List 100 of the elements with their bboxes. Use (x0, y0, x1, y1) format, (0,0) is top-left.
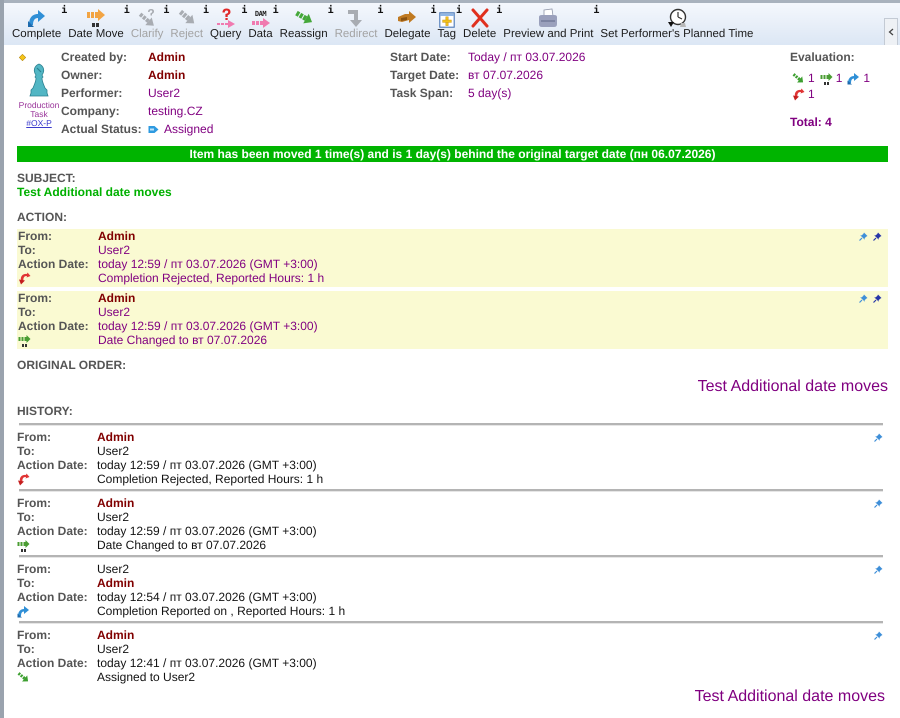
field-value: Assigned (164, 122, 214, 136)
info-marker: i (124, 6, 130, 16)
striped-arrow-icon (86, 8, 106, 28)
status-banner: Item has been moved 1 time(s) and is 1 day(s) behind the original target date (пн 06.07.2026) (17, 146, 888, 162)
striped-arrow-icon (18, 334, 31, 346)
field-label: Owner: (61, 68, 104, 82)
toolbar-button[interactable]: i Preview and Print (503, 5, 600, 41)
striped-arrow-icon (17, 538, 30, 552)
curved-arrow-icon (792, 88, 805, 100)
evaluation-title: Evaluation: (790, 49, 856, 66)
field-label: Task Span: (390, 86, 454, 100)
field-label: Action Date: (17, 590, 89, 604)
evaluation-count: 1 (808, 87, 815, 101)
field-value: 5 day(s) (468, 86, 512, 100)
field-value: testing.CZ (148, 104, 203, 118)
section-title: HISTORY: (17, 404, 74, 418)
original-order-text: Test Additional date moves (696, 378, 888, 396)
info-marker: i (430, 6, 436, 16)
collapse-button[interactable] (884, 18, 898, 45)
action-description: Completion Rejected, Reported Hours: 1 h (97, 472, 324, 486)
field-value: today 12:41 / пт 03.07.2026 (GMT +3:00) (97, 656, 317, 670)
field-value: User2 (97, 562, 130, 576)
field-label: Action Date: (17, 656, 89, 670)
field-value: today 12:59 / пт 03.07.2026 (GMT +3:00) (98, 319, 318, 333)
toolbar-button[interactable]: i Reassign (280, 5, 334, 41)
action-description: Date Changed to вт 07.07.2026 (98, 333, 268, 347)
field-value: today 12:54 / пт 03.07.2026 (GMT +3:00) (97, 590, 317, 604)
field-value: today 12:59 / пт 03.07.2026 (GMT +3:00) (97, 524, 317, 538)
field-value: User2 (97, 510, 130, 524)
curved-arrow-icon (17, 472, 30, 486)
field-label: From: (17, 562, 52, 576)
striped-arrow-icon (250, 18, 270, 28)
field-value: User2 (148, 86, 180, 100)
diagonal-arrow-icon (792, 72, 805, 84)
field-label: Created by: (61, 50, 128, 64)
field-label: Action Date: (18, 319, 90, 333)
clock-icon (666, 8, 687, 28)
info-marker: i (272, 6, 279, 16)
tag-icon (148, 124, 159, 134)
section-title: ORIGINAL ORDER: (17, 358, 128, 372)
toolbar-button[interactable]: i Delegate (384, 5, 436, 41)
info-marker: i (377, 6, 384, 16)
field-label: To: (17, 510, 36, 524)
field-label: To: (17, 576, 36, 590)
info-marker: i (203, 6, 210, 16)
field-value: today 12:59 / пт 03.07.2026 (GMT +3:00) (98, 257, 318, 271)
field-label: Target Date: (390, 68, 460, 82)
pushpin-icon[interactable] (873, 294, 882, 302)
toolbar-button[interactable]: Set Performer's Planned Time (600, 5, 760, 41)
action-description: Completion Rejected, Reported Hours: 1 h (98, 271, 324, 285)
field-value: Admin (97, 576, 134, 590)
field-label: Start Date: (390, 50, 452, 64)
diamond-icon (19, 54, 26, 61)
curved-arrow-icon (26, 8, 47, 28)
field-label: Company: (61, 104, 121, 118)
printer-icon (538, 8, 558, 28)
field-label: To: (17, 444, 36, 458)
chess-piece-icon (28, 63, 50, 97)
section-title: ACTION: (17, 210, 68, 224)
toolbar-button[interactable]: i Delete (463, 5, 502, 41)
section-title: SUBJECT: (17, 171, 77, 185)
task-code-link[interactable]: #OX-P (26, 119, 52, 128)
action-description: Assigned to User2 (97, 670, 196, 684)
pushpin-icon[interactable] (873, 232, 882, 240)
toolbar-button[interactable]: i Tag (437, 5, 462, 41)
info-marker: i (456, 6, 462, 16)
field-value: User2 (97, 444, 130, 458)
evaluation-count: 1 (808, 71, 815, 85)
field-value: User2 (97, 642, 130, 656)
field-value: today 12:59 / пт 03.07.2026 (GMT +3:00) (97, 458, 317, 472)
info-marker: i (328, 6, 334, 16)
subject-text: Test Additional date moves (17, 185, 173, 199)
field-label: From: (17, 628, 52, 642)
curved-arrow-icon (18, 272, 31, 284)
field-label: To: (18, 305, 37, 319)
task-type: Production Task (18, 101, 60, 119)
toolbar-button[interactable]: i Date Move (68, 5, 130, 41)
field-value: Admin (97, 430, 134, 444)
diagonal-arrow-icon (17, 670, 30, 684)
field-value: Today / пт 03.07.2026 (468, 50, 586, 64)
action-description: Completion Reported on , Reported Hours: 1 h (97, 604, 346, 618)
field-label: Action Date: (17, 458, 89, 472)
field-label: From: (18, 291, 53, 305)
field-label: From: (17, 430, 52, 444)
field-label: To: (18, 243, 37, 257)
info-marker: i (61, 6, 68, 16)
field-value: Admin (98, 229, 136, 243)
field-value: User2 (98, 305, 130, 319)
info-marker: i (593, 6, 600, 16)
curved-arrow-icon (17, 604, 30, 618)
cross-icon (470, 8, 490, 28)
info-marker: i (163, 6, 170, 16)
evaluation-count: 1 (836, 71, 842, 85)
field-value: Admin (97, 496, 134, 510)
action-description: Date Changed to вт 07.07.2026 (97, 538, 266, 552)
toolbar-button[interactable]: i Complete (12, 5, 68, 41)
evaluation-count: 1 (863, 71, 870, 85)
chevron-left-icon (888, 28, 894, 36)
toolbar-button[interactable]: i Query (210, 5, 248, 41)
field-label: From: (17, 496, 52, 510)
